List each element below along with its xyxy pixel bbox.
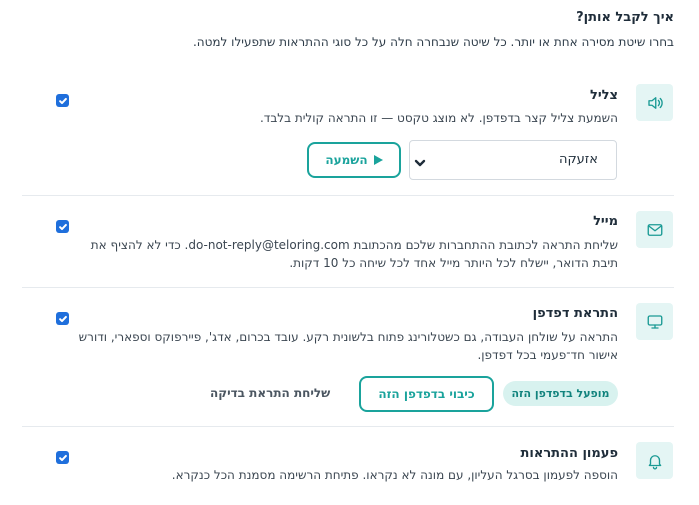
divider	[22, 287, 674, 288]
mail-icon	[647, 223, 662, 236]
divider	[22, 426, 674, 427]
browser-method-icon	[636, 303, 673, 340]
email-method-title: מייל	[593, 214, 618, 229]
section-title: איך לקבל אותן?	[576, 10, 674, 25]
send-test-notification-button[interactable]: שליחת התראת בדיקה	[210, 386, 330, 400]
speaker-icon	[647, 96, 663, 109]
sound-method-icon	[636, 84, 673, 121]
browser-method-title: התראת דפדפן	[532, 306, 618, 321]
play-sound-button[interactable]: השמעה	[307, 142, 401, 178]
divider	[22, 195, 674, 196]
sound-select-value: אזעקה	[558, 152, 598, 167]
bell-icon	[648, 454, 661, 469]
sound-method-checkbox[interactable]	[56, 94, 69, 107]
status-badge: מופעל בדפדפן הזה	[503, 381, 618, 406]
browser-method-checkbox[interactable]	[56, 312, 69, 325]
bell-method-icon	[636, 442, 673, 479]
sound-select[interactable]: אזעקה	[409, 140, 617, 180]
monitor-icon	[647, 314, 662, 329]
email-method-icon	[636, 211, 673, 248]
bell-method-title: פעמון ההתראות	[520, 446, 618, 461]
bell-method-description: הוספה לפעמון בסרגל העליון, עם מונה לא נק…	[171, 468, 618, 482]
browser-method-description: התראה על שולחן העבודה, גם כשטלורינג פתוח…	[78, 330, 618, 362]
chevron-down-icon	[414, 154, 426, 167]
section-subtitle: בחרו שיטת מסירה אחת או יותר. כל שיטה שנב…	[192, 35, 674, 49]
disable-browser-button[interactable]: כיבוי בדפדפן הזה	[359, 376, 494, 412]
sound-method-title: צליל	[589, 88, 618, 103]
bell-method-checkbox[interactable]	[56, 451, 69, 464]
sound-method-description: השמעת צליל קצר בדפדפן. לא מוצג טקסט — זו…	[259, 111, 618, 125]
email-method-description: שליחת התראה לכתובת ההתחברות שלכם מהכתובת…	[90, 238, 618, 270]
email-method-checkbox[interactable]	[56, 220, 69, 233]
play-icon	[373, 155, 383, 165]
